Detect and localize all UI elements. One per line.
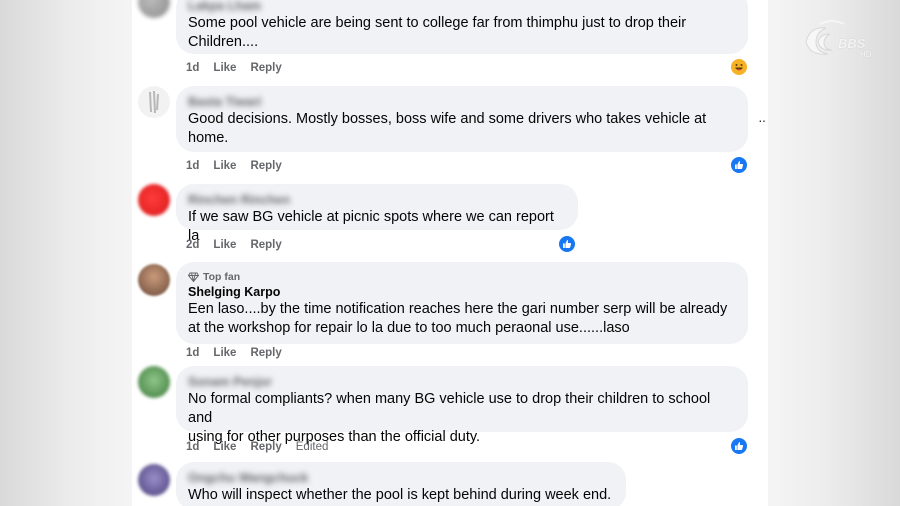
comment-author[interactable]: Sonam Penjor <box>188 374 736 390</box>
like-reaction-icon[interactable] <box>730 437 748 455</box>
diamond-icon <box>188 272 199 282</box>
comment-author[interactable]: Rinchen Rinchen <box>188 192 566 208</box>
commenter-avatar[interactable] <box>138 86 170 118</box>
comment-text: Good decisions. Mostly bosses, boss wife… <box>188 111 707 146</box>
comment-bubble: Ongchu Wangchuck Who will inspect whethe… <box>176 462 626 506</box>
comment-time[interactable]: 1d <box>186 160 199 172</box>
commenter-avatar[interactable] <box>138 184 170 216</box>
like-button[interactable]: Like <box>213 239 236 251</box>
comment-time[interactable]: 1d <box>186 347 199 359</box>
comment-text: Some pool vehicle are being sent to coll… <box>188 15 687 50</box>
top-fan-badge: Top fan <box>188 270 736 284</box>
comment-actions: 1d Like Reply <box>186 347 282 359</box>
reply-button[interactable]: Reply <box>250 62 281 74</box>
reply-button[interactable]: Reply <box>250 239 281 251</box>
comment-bubble: Basta Tiwari Good decisions. Mostly boss… <box>176 86 748 152</box>
comment-text: Who will inspect whether the pool is kep… <box>188 487 612 503</box>
comment-author[interactable]: Lakpa Lham <box>188 0 736 14</box>
comment-time[interactable]: 2d <box>186 239 199 251</box>
reply-button[interactable]: Reply <box>250 160 281 172</box>
edited-label: Edited <box>295 441 329 453</box>
like-reaction-icon[interactable] <box>730 156 748 174</box>
logo-text: BBS <box>838 36 866 51</box>
comment-author[interactable]: Ongchu Wangchuck <box>188 470 614 486</box>
comment-time[interactable]: 1d <box>186 441 199 453</box>
haha-reaction-icon[interactable] <box>730 58 748 76</box>
comment-time[interactable]: 1d <box>186 62 199 74</box>
like-reaction-icon[interactable] <box>558 235 576 253</box>
like-button[interactable]: Like <box>213 347 236 359</box>
like-button[interactable]: Like <box>213 160 236 172</box>
comment-text: No formal compliants? when many BG vehic… <box>188 391 711 445</box>
comment-bubble: Lakpa Lham Some pool vehicle are being s… <box>176 0 748 54</box>
reply-button[interactable]: Reply <box>250 441 281 453</box>
comment-text: Een laso....by the time notification rea… <box>188 301 728 336</box>
bbs-hd-logo: BBS HD <box>800 16 878 62</box>
comment-bubble: Sonam Penjor No formal compliants? when … <box>176 366 748 445</box>
like-button[interactable]: Like <box>213 441 236 453</box>
commenter-avatar[interactable] <box>138 264 170 296</box>
more-options-icon[interactable]: ·· <box>758 112 766 128</box>
comment-bubble: Top fan Shelging Karpo Een laso....by th… <box>176 262 748 344</box>
comment-actions: 1d Like Reply Edited <box>186 441 328 453</box>
comment-actions: 2d Like Reply <box>186 239 282 251</box>
reply-button[interactable]: Reply <box>250 347 281 359</box>
commenter-avatar[interactable] <box>138 464 170 496</box>
comment-author[interactable]: Basta Tiwari <box>188 94 736 110</box>
commenter-avatar[interactable] <box>138 366 170 398</box>
comment-author[interactable]: Shelging Karpo <box>188 284 736 300</box>
comment-actions: 1d Like Reply <box>186 62 282 74</box>
like-button[interactable]: Like <box>213 62 236 74</box>
comment-bubble: Rinchen Rinchen If we saw BG vehicle at … <box>176 184 578 244</box>
comment-actions: 1d Like Reply <box>186 160 282 172</box>
logo-subtext: HD <box>860 50 872 59</box>
